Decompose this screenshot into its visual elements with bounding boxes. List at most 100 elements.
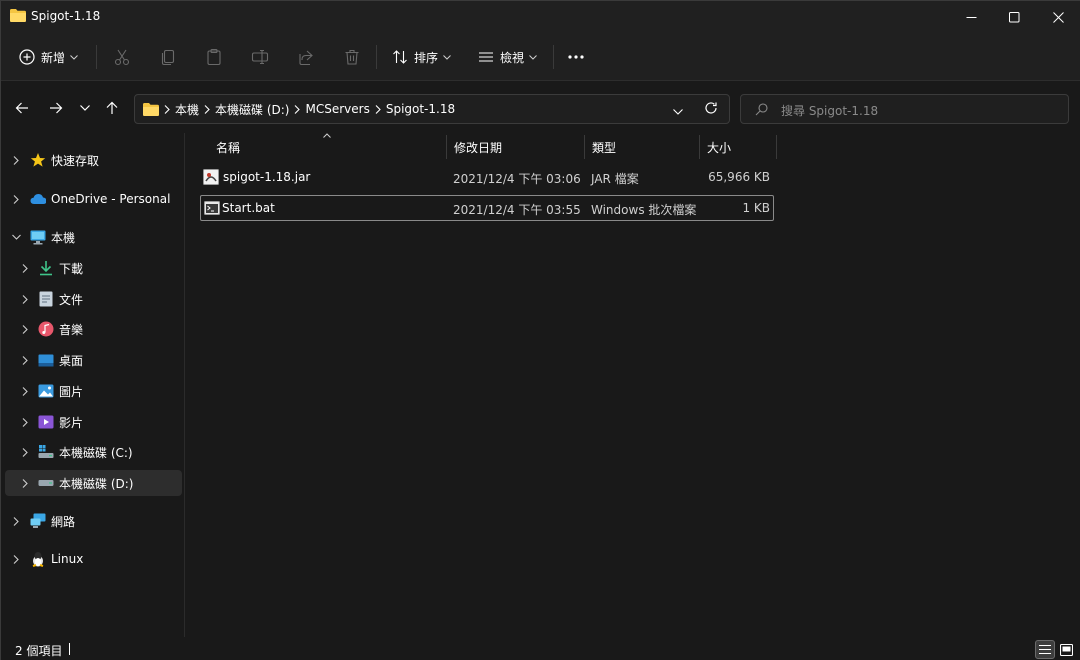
column-divider[interactable] <box>446 135 447 159</box>
sidebar-item-label: 音樂 <box>59 322 84 337</box>
arrow-right-icon <box>50 102 63 114</box>
breadcrumb-item[interactable]: Spigot-1.18 <box>386 102 455 116</box>
new-button[interactable]: 新增 <box>19 43 78 71</box>
sidebar-item-music[interactable]: 音樂 <box>5 316 182 342</box>
cut-button[interactable] <box>113 43 131 71</box>
share-button[interactable] <box>297 43 315 71</box>
chevron-down-icon <box>80 105 90 111</box>
navigation-row: 本機 本機磁碟 (D:) MCServers Spigot-1.18 搜尋 Sp… <box>1 81 1080 133</box>
sidebar-item-videos[interactable]: 影片 <box>5 409 182 435</box>
chevron-down-icon <box>70 54 78 60</box>
column-divider[interactable] <box>699 135 700 159</box>
chevron-right-icon[interactable] <box>20 478 30 488</box>
chevron-right-icon[interactable] <box>20 447 30 457</box>
column-header-date[interactable]: 修改日期 <box>454 133 502 161</box>
column-header-name[interactable]: 名稱 <box>216 133 240 161</box>
column-divider[interactable] <box>584 135 585 159</box>
navigation-pane: 快速存取 OneDrive - Personal 本機 下載 文件 音樂 桌面 … <box>1 133 185 637</box>
breadcrumb: 本機 本機磁碟 (D:) MCServers Spigot-1.18 <box>143 95 455 123</box>
refresh-button[interactable] <box>704 101 718 118</box>
more-options-button[interactable] <box>567 43 585 71</box>
column-header-size[interactable]: 大小 <box>707 133 731 161</box>
file-row[interactable]: Start.bat 2021/12/4 下午 03:55 Windows 批次檔… <box>200 195 774 221</box>
file-row[interactable]: spigot-1.18.jar 2021/12/4 下午 03:06 JAR 檔… <box>200 165 774 191</box>
chevron-right-icon[interactable] <box>20 386 30 396</box>
recent-locations-button[interactable] <box>75 98 95 118</box>
close-button[interactable] <box>1035 1 1080 33</box>
chevron-right-icon[interactable] <box>11 516 21 526</box>
back-button[interactable] <box>12 98 32 118</box>
sidebar-item-this-pc[interactable]: 本機 <box>5 224 182 250</box>
minimize-button[interactable] <box>948 1 994 33</box>
download-icon <box>38 260 54 276</box>
sort-ascending-icon <box>323 133 331 138</box>
sidebar-item-downloads[interactable]: 下載 <box>5 255 182 281</box>
item-count: 2 個項目 <box>15 644 63 658</box>
breadcrumb-item[interactable]: 本機磁碟 (D:) <box>215 101 289 118</box>
status-bar: 2 個項目 <box>1 637 1080 660</box>
delete-button[interactable] <box>343 43 361 71</box>
view-label: 檢視 <box>500 50 525 65</box>
chevron-right-icon[interactable] <box>11 554 21 564</box>
file-name: spigot-1.18.jar <box>223 170 311 184</box>
chevron-right-icon[interactable] <box>11 155 21 165</box>
details-view-button[interactable] <box>1035 640 1055 659</box>
star-icon <box>30 152 46 168</box>
sidebar-item-documents[interactable]: 文件 <box>5 286 182 312</box>
column-header-label: 名稱 <box>216 140 241 155</box>
breadcrumb-item[interactable]: MCServers <box>305 102 369 116</box>
search-placeholder: 搜尋 Spigot-1.18 <box>781 104 879 118</box>
large-icons-view-button[interactable] <box>1056 640 1076 659</box>
sidebar-item-label: 本機磁碟 (C:) <box>59 445 133 460</box>
chevron-right-icon <box>164 104 170 114</box>
column-header-type[interactable]: 類型 <box>592 133 616 161</box>
sidebar-item-network[interactable]: 網路 <box>5 508 182 534</box>
view-button[interactable]: 檢視 <box>478 43 537 71</box>
copy-button[interactable] <box>159 43 177 71</box>
maximize-button[interactable] <box>991 1 1037 33</box>
music-icon <box>38 321 54 337</box>
file-size: 65,966 KB <box>708 170 770 184</box>
sidebar-item-onedrive[interactable]: OneDrive - Personal <box>5 186 182 212</box>
paste-button[interactable] <box>205 43 223 71</box>
chevron-right-icon[interactable] <box>20 417 30 427</box>
file-explorer-window: Spigot-1.18 新增 排序 檢視 本機 本機磁碟 (D:) MCServ… <box>0 0 1080 660</box>
sidebar-item-linux[interactable]: Linux <box>5 546 182 572</box>
rename-button[interactable] <box>251 43 269 71</box>
sidebar-item-quick-access[interactable]: 快速存取 <box>5 147 182 173</box>
sidebar-item-drive-c[interactable]: 本機磁碟 (C:) <box>5 439 182 465</box>
sidebar-item-label: Linux <box>51 552 84 566</box>
sidebar-item-pictures[interactable]: 圖片 <box>5 378 182 404</box>
command-separator <box>96 45 97 69</box>
search-input[interactable]: 搜尋 Spigot-1.18 <box>740 94 1069 124</box>
sidebar-item-drive-d[interactable]: 本機磁碟 (D:) <box>5 470 182 496</box>
network-icon <box>30 513 46 529</box>
sidebar-item-label: 本機磁碟 (D:) <box>59 476 134 491</box>
command-separator <box>376 45 377 69</box>
desktop-icon <box>38 352 54 368</box>
sidebar-item-label: 本機 <box>51 230 76 245</box>
videos-icon <box>38 414 54 430</box>
up-button[interactable] <box>102 98 122 118</box>
arrow-left-icon <box>15 102 28 114</box>
chevron-right-icon[interactable] <box>20 355 30 365</box>
title-bar[interactable]: Spigot-1.18 <box>1 1 1080 33</box>
command-bar: 新增 排序 檢視 <box>1 33 1080 81</box>
chevron-right-icon[interactable] <box>11 194 21 204</box>
forward-button[interactable] <box>46 98 66 118</box>
address-bar[interactable]: 本機 本機磁碟 (D:) MCServers Spigot-1.18 <box>134 94 730 124</box>
folder-icon <box>143 102 159 116</box>
sort-button[interactable]: 排序 <box>392 43 451 71</box>
sidebar-item-label: 下載 <box>59 261 84 276</box>
arrow-up-icon <box>106 101 118 114</box>
computer-icon <box>30 229 46 245</box>
breadcrumb-item[interactable]: 本機 <box>175 101 199 118</box>
chevron-right-icon[interactable] <box>20 263 30 273</box>
sidebar-item-desktop[interactable]: 桌面 <box>5 347 182 373</box>
chevron-right-icon[interactable] <box>20 324 30 334</box>
column-divider[interactable] <box>776 135 777 159</box>
chevron-down-icon[interactable] <box>11 232 21 242</box>
chevron-right-icon[interactable] <box>20 294 30 304</box>
copy-icon <box>161 49 175 66</box>
address-history-button[interactable] <box>673 104 683 118</box>
